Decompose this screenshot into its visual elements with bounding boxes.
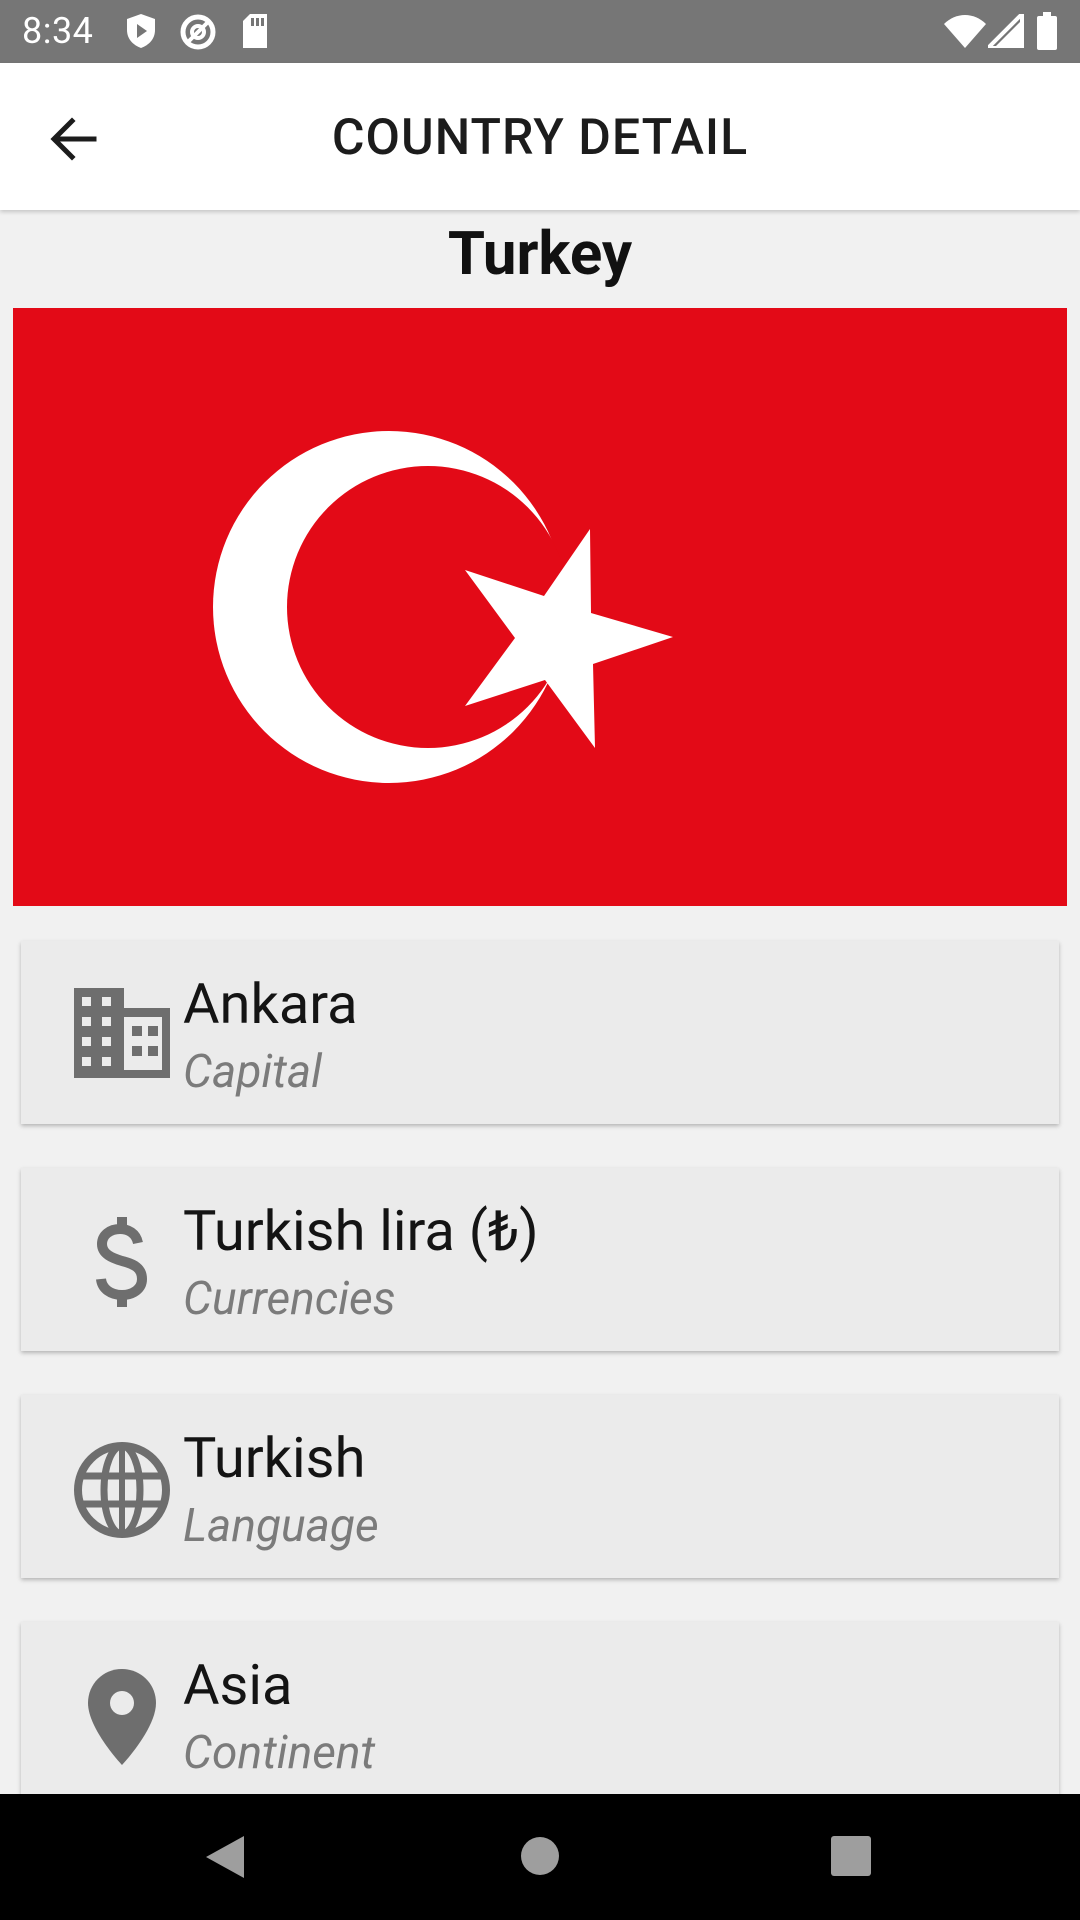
language-card: Turkish Language [21, 1395, 1059, 1578]
continent-label: Continent [183, 1726, 376, 1780]
sd-card-icon [243, 14, 267, 48]
language-value: Turkish [183, 1425, 366, 1491]
status-bar: 8:34 [0, 0, 1080, 63]
currency-value: Turkish lira (₺) [183, 1198, 539, 1264]
status-time: 8:34 [22, 10, 94, 52]
battery-icon [1037, 12, 1057, 50]
capital-value: Ankara [183, 971, 358, 1037]
shield-icon [127, 14, 155, 48]
currency-label: Currencies [183, 1272, 396, 1326]
currency-card: Turkish lira (₺) Currencies [21, 1168, 1059, 1351]
signal-icon [988, 14, 1024, 48]
app-bar: COUNTRY DETAIL [0, 63, 1080, 210]
at-sign-icon [180, 14, 216, 50]
building-icon [74, 988, 170, 1078]
capital-card: Ankara Capital [21, 941, 1059, 1124]
wifi-icon [944, 15, 986, 48]
navigation-bar [0, 1794, 1080, 1920]
globe-icon [74, 1442, 170, 1538]
back-triangle-icon[interactable] [204, 1834, 246, 1880]
home-circle-icon[interactable] [520, 1836, 560, 1876]
continent-card: Asia Continent [21, 1622, 1059, 1805]
country-name: Turkey [447, 218, 633, 289]
country-flag [13, 308, 1067, 906]
page-title: COUNTRY DETAIL [331, 109, 749, 167]
language-label: Language [183, 1499, 379, 1553]
dollar-icon [96, 1217, 148, 1307]
location-pin-icon [88, 1669, 156, 1765]
capital-label: Capital [183, 1045, 322, 1099]
continent-value: Asia [183, 1652, 293, 1718]
recents-square-icon[interactable] [831, 1836, 871, 1876]
